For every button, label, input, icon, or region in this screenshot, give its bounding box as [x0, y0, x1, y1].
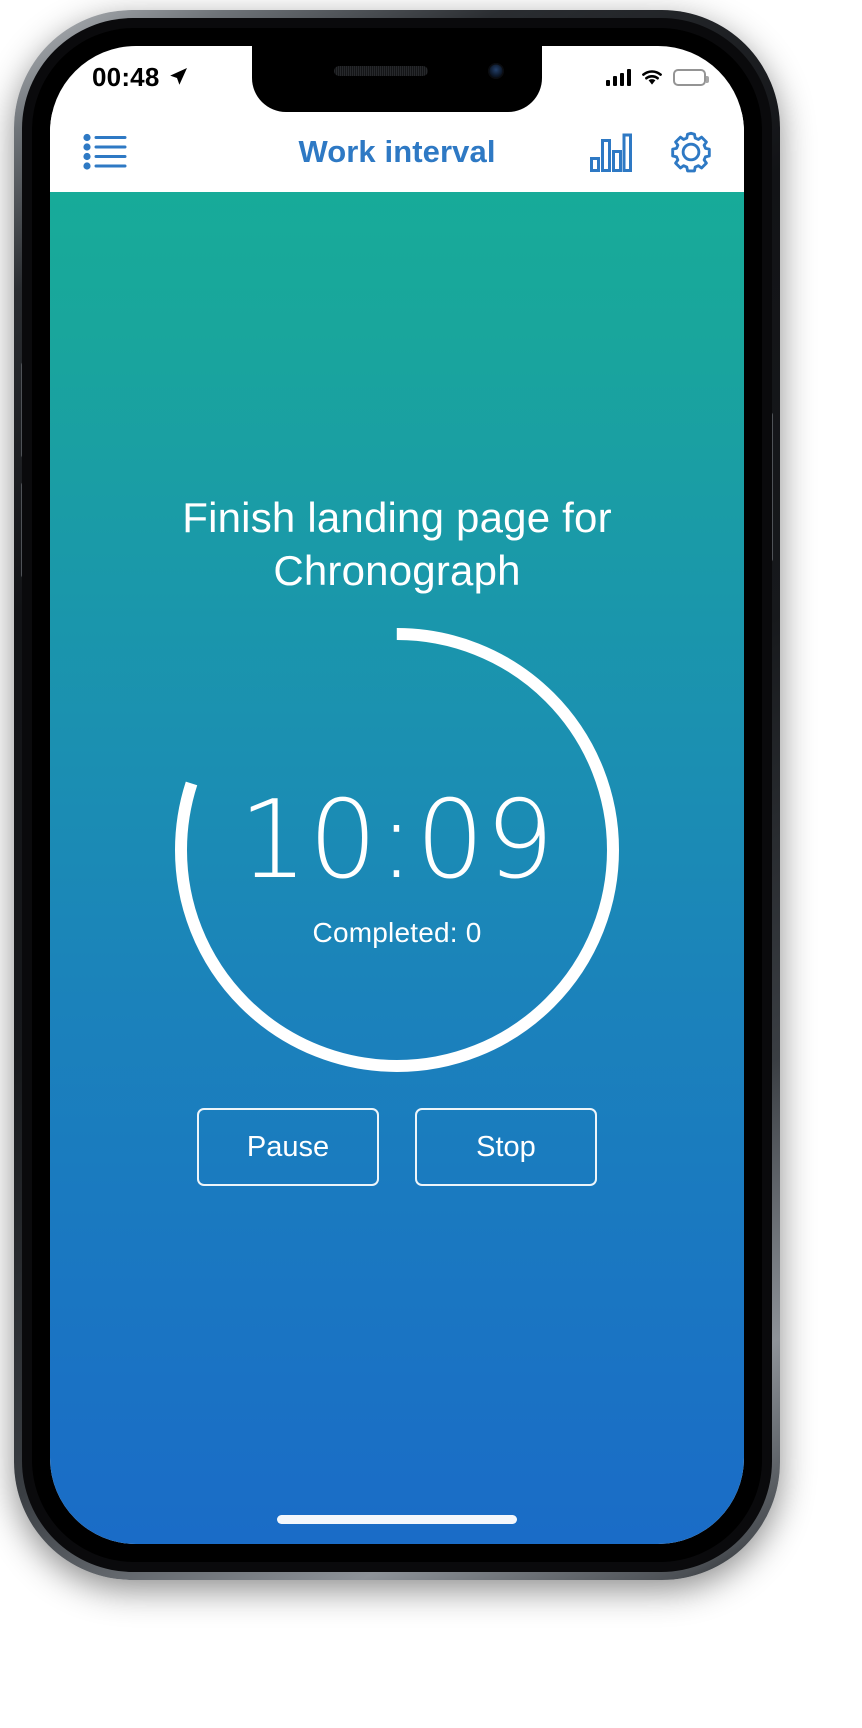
pause-button[interactable]: Pause [197, 1108, 379, 1186]
stop-button[interactable]: Stop [415, 1108, 597, 1186]
progress-ring-svg [175, 628, 619, 1072]
wifi-icon [642, 70, 662, 85]
progress-ring: 10:09 Completed: 0 [162, 615, 632, 1085]
navigation-bar: Work interval [50, 112, 744, 192]
phone-bezel: 00:48 Work interval Finish landing page … [32, 28, 762, 1562]
phone-device-frame: 00:48 Work interval Finish landing page … [14, 10, 780, 1580]
gear-icon [671, 131, 711, 173]
status-bar-left: 00:48 [92, 64, 189, 90]
front-camera-icon [488, 63, 504, 79]
battery-icon [673, 68, 709, 86]
cellular-signal-icon [605, 68, 631, 86]
bar-chart-icon [590, 133, 632, 172]
settings-button[interactable] [660, 121, 722, 183]
statistics-button[interactable] [582, 123, 640, 181]
status-bar-clock: 00:48 [92, 62, 160, 92]
phone-screen: 00:48 Work interval Finish landing page … [50, 46, 744, 1544]
status-bar-right [605, 68, 709, 86]
phone-inner-frame: 00:48 Work interval Finish landing page … [22, 18, 772, 1572]
home-indicator[interactable] [277, 1515, 517, 1524]
timer-controls: Pause Stop [50, 1108, 744, 1186]
progress-ring-fill [175, 628, 619, 1072]
screenshot-canvas: 00:48 Work interval Finish landing page … [0, 0, 862, 1728]
task-title: Finish landing page for Chronograph [182, 494, 612, 594]
notch [252, 46, 542, 112]
timer-screen: Finish landing page for Chronograph 10:0… [50, 192, 744, 1544]
earpiece-speaker-icon [334, 66, 428, 76]
location-arrow-icon [169, 68, 187, 85]
